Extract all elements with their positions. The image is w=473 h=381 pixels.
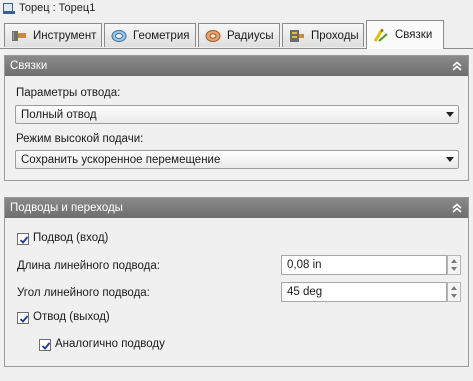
leads-section-header[interactable]: Подводы и переходы [5,198,468,218]
lead-out-label: Отвод (выход) [33,311,110,323]
spin-up-icon[interactable] [451,286,457,290]
retract-params-select[interactable]: Полный отвод [15,105,459,124]
tab-strip: Инструмент Геометрия Радиусы Проходы Свя… [0,20,473,49]
retract-params-value: Полный отвод [21,108,97,121]
tab-tool-label: Инструмент [33,29,97,42]
window-titlebar: Торец : Торец1 [0,0,473,18]
linear-lead-length-value: 0,08 in [287,259,322,271]
links-section-header[interactable]: Связки [5,56,468,76]
radii-icon [205,29,221,43]
tab-radii[interactable]: Радиусы [198,23,280,47]
retract-params-label: Параметры отвода: [16,87,121,99]
geometry-icon [111,29,127,43]
tool-icon [11,29,27,43]
linking-icon [373,28,389,42]
linear-lead-angle-input[interactable]: 45 deg [281,282,447,302]
high-feed-value: Сохранить ускоренное перемещение [21,153,221,166]
links-section: Связки Параметры отвода: Полный отвод Ре… [4,55,469,181]
collapse-chevron-icon[interactable] [450,201,464,215]
tab-passes[interactable]: Проходы [282,23,364,47]
dropdown-arrow-icon [446,157,454,162]
passes-icon [289,29,305,43]
tab-tool[interactable]: Инструмент [4,23,102,47]
linear-lead-length-label: Длина линейного подвода: [17,260,160,272]
high-feed-select[interactable]: Сохранить ускоренное перемещение [15,150,459,169]
spin-down-icon[interactable] [451,267,457,271]
tab-radii-label: Радиусы [227,29,274,42]
linear-lead-length-input[interactable]: 0,08 in [281,255,447,275]
spin-up-icon[interactable] [451,259,457,263]
lead-in-checkbox[interactable] [17,233,29,245]
leads-section-title: Подводы и переходы [10,202,123,214]
tab-geometry[interactable]: Геометрия [104,23,196,47]
document-icon [3,3,15,14]
leads-section: Подводы и переходы Подвод (вход) Длина л… [4,197,469,367]
high-feed-label: Режим высокой подачи: [16,133,144,145]
lead-in-label: Подвод (вход) [33,232,109,244]
linear-lead-angle-label: Угол линейного подвода: [17,287,150,299]
spin-down-icon[interactable] [451,294,457,298]
same-as-lead-in-checkbox[interactable] [39,339,51,351]
tab-geometry-label: Геометрия [133,29,190,42]
collapse-chevron-icon[interactable] [450,59,464,73]
tab-linking[interactable]: Связки [366,20,444,49]
links-section-title: Связки [10,60,48,72]
linear-lead-angle-spinner[interactable] [447,282,461,302]
same-as-lead-in-label: Аналогично подводу [55,338,165,350]
tab-passes-label: Проходы [311,29,359,42]
linear-lead-angle-value: 45 deg [287,286,323,298]
lead-out-checkbox[interactable] [17,312,29,324]
tab-linking-label: Связки [395,29,433,41]
window-title: Торец : Торец1 [19,2,96,14]
linear-lead-length-spinner[interactable] [447,255,461,275]
dropdown-arrow-icon [446,112,454,117]
